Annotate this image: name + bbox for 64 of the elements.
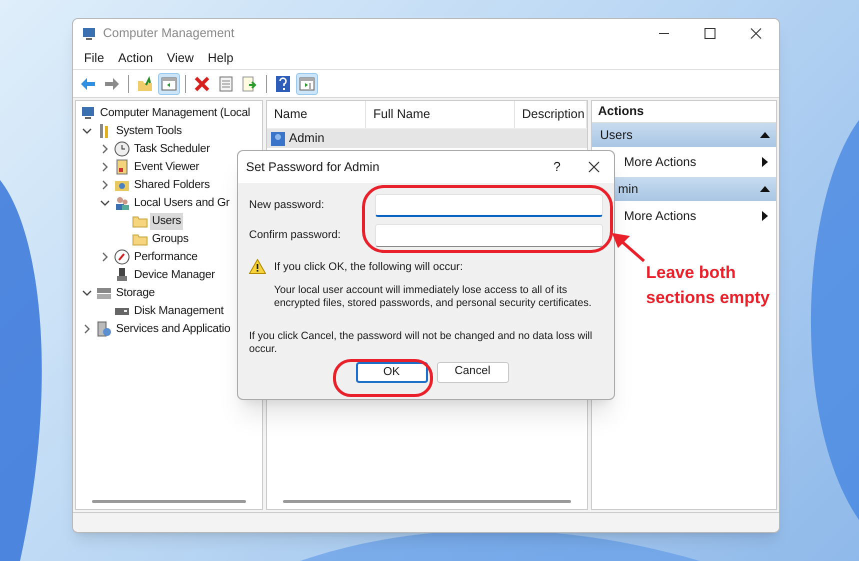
users-icon — [114, 195, 130, 211]
dialog-button[interactable]: OK — [356, 362, 428, 382]
gauge-icon — [114, 249, 130, 265]
console-tree-icon — [161, 76, 177, 90]
tree-item[interactable]: System Tools — [114, 122, 184, 140]
tree-item[interactable]: Local Users and Gr — [132, 194, 232, 212]
help-icon — [276, 76, 290, 92]
horizontal-scrollbar[interactable] — [283, 500, 571, 503]
forward-arrow-icon — [104, 76, 120, 90]
tree-item[interactable]: Services and Applicatio — [114, 320, 232, 338]
collapse-triangle-icon[interactable] — [760, 186, 770, 192]
properties-icon — [219, 76, 233, 92]
storage-icon — [96, 285, 112, 301]
export-list-icon — [242, 76, 258, 92]
tree-item[interactable]: Event Viewer — [132, 158, 202, 176]
horizontal-scrollbar[interactable] — [92, 500, 246, 503]
submenu-arrow-icon — [762, 157, 768, 167]
tree-item[interactable]: Disk Management — [132, 302, 226, 320]
collapse-triangle-icon[interactable] — [760, 132, 770, 138]
clock-icon — [114, 141, 130, 157]
warning-title: If you click OK, the following will occur: — [274, 260, 464, 275]
user-name: Admin — [289, 130, 324, 148]
column-header[interactable]: Description — [515, 101, 587, 128]
tree-item[interactable]: Users — [150, 212, 184, 230]
password-field[interactable] — [374, 194, 603, 217]
tree-item[interactable]: Device Manager — [132, 266, 217, 284]
submenu-arrow-icon — [762, 211, 768, 221]
dialog-title: Set Password for Admin — [246, 158, 380, 176]
list-row[interactable]: Admin — [267, 129, 587, 148]
services-icon — [96, 321, 112, 337]
toolbar-button[interactable] — [296, 72, 318, 94]
computer-icon — [81, 26, 97, 42]
field-label: New password: — [249, 198, 326, 214]
menu-item[interactable]: Action — [111, 49, 160, 68]
user-icon — [270, 130, 286, 146]
help-button[interactable]: ? — [540, 157, 574, 177]
field-label: Confirm password: — [249, 228, 342, 244]
folder-up-icon — [137, 76, 153, 92]
tree-item[interactable]: Task Scheduler — [132, 140, 212, 158]
cancel-note: If you click Cancel, the password will not be changed and no data loss will occur. — [248, 330, 594, 356]
warning-text: Your local user account will immediately lose access to all of its encrypted files, stored passwords, and personal security certificates. — [274, 284, 592, 310]
tree-item[interactable]: Computer Management (Local — [98, 104, 252, 122]
warning-icon — [249, 259, 266, 274]
event-log-icon — [114, 159, 130, 175]
menu-item[interactable]: Help — [200, 49, 240, 68]
tree-item[interactable]: Storage — [114, 284, 157, 302]
action-pane-icon — [299, 76, 315, 90]
column-header[interactable]: Name — [267, 101, 366, 128]
dialog-button[interactable]: Cancel — [436, 362, 508, 382]
tree-item[interactable]: Performance — [132, 248, 200, 266]
column-header[interactable]: Full Name — [366, 101, 515, 128]
computer-icon — [80, 105, 96, 121]
delete-x-icon — [194, 76, 210, 92]
password-field[interactable] — [374, 224, 603, 247]
device-icon — [114, 267, 130, 283]
menu-item[interactable]: File — [77, 49, 112, 68]
annotation-text: Leave both sections empty — [646, 262, 770, 309]
tree-item[interactable]: Shared Folders — [132, 176, 212, 194]
tree-item[interactable]: Groups — [150, 230, 191, 248]
toolbar-button[interactable] — [158, 72, 180, 94]
menu-item[interactable]: View — [160, 49, 201, 68]
action-section-header[interactable]: Users — [592, 123, 776, 147]
back-arrow-icon — [80, 76, 96, 90]
window-title: Computer Management — [103, 25, 234, 42]
